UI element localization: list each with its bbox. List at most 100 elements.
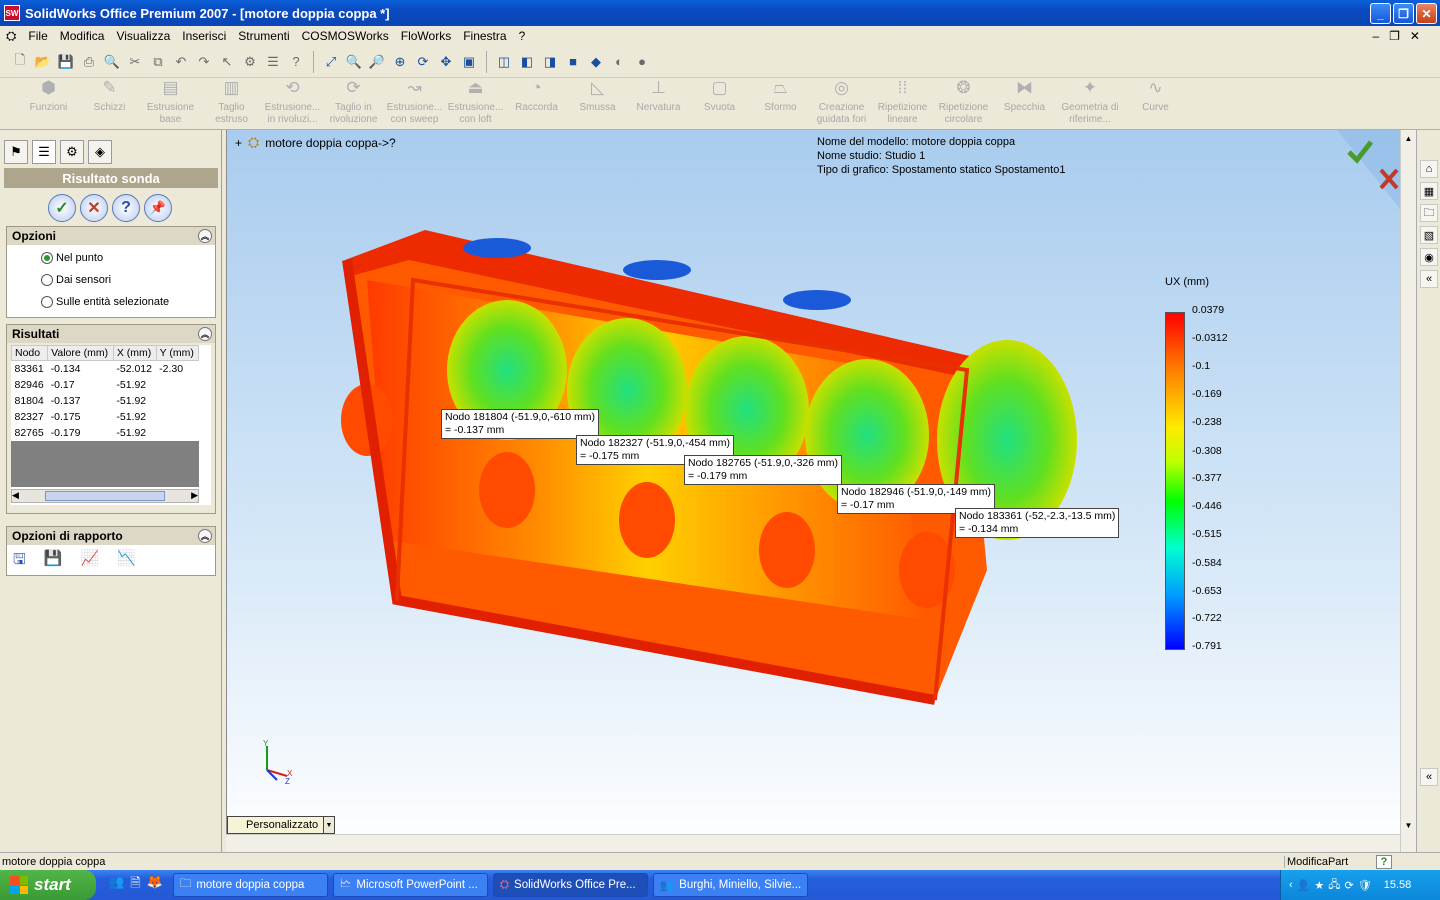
shaded-icon[interactable]: ◆ <box>586 52 606 72</box>
loft-button[interactable]: ⏏ Estrusione... con loft <box>445 78 506 130</box>
tray-sync-icon[interactable]: ⟳ <box>1345 879 1354 892</box>
scroll-right-icon[interactable]: ▶ <box>191 490 198 501</box>
probe-label[interactable]: Nodo 183361 (-52,-2.3,-13.5 mm) = -0.134… <box>955 508 1120 538</box>
table-row[interactable]: 82765 -0.179 -51.92 <box>12 425 199 441</box>
features-button[interactable]: ⬢ Funzioni <box>18 78 79 130</box>
cancel-button[interactable]: ✕ <box>80 194 108 222</box>
help-icon[interactable]: ? <box>286 52 306 72</box>
print-preview-icon[interactable]: 🔍 <box>102 52 122 72</box>
hidden-lines-removed-icon[interactable]: ◨ <box>540 52 560 72</box>
help-button[interactable]: ? <box>112 194 140 222</box>
viewport-vertical-scrollbar[interactable]: ▲ ▼ <box>1400 130 1416 852</box>
restore-button[interactable]: ❐ <box>1393 3 1414 24</box>
table-row[interactable]: 82946 -0.17 -51.92 <box>12 377 199 393</box>
shell-button[interactable]: ▢ Svuota <box>689 78 750 130</box>
draft-button[interactable]: ⏢ Sformo <box>750 78 811 130</box>
configuration-manager-tab[interactable]: ⚙ <box>60 140 84 164</box>
wireframe-icon[interactable]: ◫ <box>494 52 514 72</box>
view-mode-select[interactable]: Personalizzato <box>227 816 335 834</box>
fillet-button[interactable]: ◔ Raccorda <box>506 78 567 130</box>
collapse-icon[interactable]: ︽ <box>198 327 212 341</box>
standard-views-icon[interactable]: ▣ <box>459 52 479 72</box>
radio-selected-icon[interactable] <box>41 252 53 264</box>
radio-icon[interactable] <box>41 296 53 308</box>
mirror-button[interactable]: ⧓ Specchia <box>994 78 1055 130</box>
sketch-button[interactable]: ✎ Schizzi <box>79 78 140 130</box>
open-icon[interactable]: 📂 <box>33 52 53 72</box>
table-row[interactable]: 81804 -0.137 -51.92 <box>12 393 199 409</box>
plot-icon[interactable]: 📈 <box>80 549 99 574</box>
file-explorer-icon[interactable]: 🗀 <box>1420 204 1438 222</box>
feature-manager-tab[interactable]: ⚑ <box>4 140 28 164</box>
save-probe-icon[interactable]: 🖫 <box>13 549 26 574</box>
menu-cosmosworks[interactable]: COSMOSWorks <box>296 29 395 43</box>
menu-inserisci[interactable]: Inserisci <box>176 29 232 43</box>
menu-modifica[interactable]: Modifica <box>54 29 111 43</box>
option-dai-sensori[interactable]: Dai sensori <box>7 269 215 291</box>
realview-icon[interactable]: ● <box>632 52 652 72</box>
rebuild-icon[interactable]: ⚙ <box>240 52 260 72</box>
graphics-area[interactable]: + ⛭ motore doppia coppa->? Nome del mode… <box>226 130 1416 852</box>
document-icon[interactable]: ⛭ <box>0 28 22 44</box>
document-window-controls[interactable]: –❐✕ <box>1373 29 1431 43</box>
column-header[interactable]: Valore (mm) <box>47 345 114 361</box>
design-library-icon[interactable]: ▦ <box>1420 182 1438 200</box>
hidden-lines-visible-icon[interactable]: ◧ <box>517 52 537 72</box>
menu-help[interactable]: ? <box>513 29 532 43</box>
task-messenger[interactable]: 👥 Burghi, Miniello, Silvie... <box>652 873 808 897</box>
option-entita-selezionate[interactable]: Sulle entità selezionate <box>7 291 215 313</box>
option-nel-punto[interactable]: Nel punto <box>7 247 215 269</box>
scroll-up-icon[interactable]: ▲ <box>1401 134 1416 143</box>
solidworks-app-icon[interactable]: SW <box>4 5 20 21</box>
appearance-icon[interactable]: ◉ <box>1420 248 1438 266</box>
zoom-selection-icon[interactable]: ⊕ <box>390 52 410 72</box>
quick-launch-users-icon[interactable]: 👥 <box>108 874 124 896</box>
zoom-in-out-icon[interactable]: 🔎 <box>367 52 387 72</box>
task-powerpoint[interactable]: 🗠 Microsoft PowerPoint ... <box>332 873 488 897</box>
table-row[interactable]: 82327 -0.175 -51.92 <box>12 409 199 425</box>
menu-strumenti[interactable]: Strumenti <box>232 29 295 43</box>
menu-finestra[interactable]: Finestra <box>457 29 512 43</box>
view-palette-icon[interactable]: ▧ <box>1420 226 1438 244</box>
hole-wizard-button[interactable]: ◎ Creazione guidata fori <box>811 78 872 130</box>
save-icon[interactable]: 💾 <box>56 52 76 72</box>
sweep-button[interactable]: ↝ Estrusione... con sweep <box>384 78 445 130</box>
tray-star-icon[interactable]: ★ <box>1314 879 1324 892</box>
scroll-thumb[interactable] <box>45 490 165 501</box>
home-icon[interactable]: ⌂ <box>1420 160 1438 178</box>
menu-file[interactable]: File <box>22 29 53 43</box>
curves-button[interactable]: ∿ Curve <box>1125 78 1186 130</box>
undo-icon[interactable]: ↶ <box>171 52 191 72</box>
rotate-view-icon[interactable]: ⟳ <box>413 52 433 72</box>
pan-icon[interactable]: ✥ <box>436 52 456 72</box>
revolve-cut-button[interactable]: ⟳ Taglio in rivoluzione <box>323 78 384 130</box>
minimize-button[interactable]: _ <box>1370 3 1391 24</box>
expand-icon[interactable]: + <box>235 136 242 150</box>
report-options-header[interactable]: Opzioni di rapporto ︽ <box>7 527 215 545</box>
tray-expand-icon[interactable]: ‹ <box>1289 879 1293 891</box>
zoom-to-fit-icon[interactable]: ⤢ <box>321 52 341 72</box>
column-header[interactable]: X (mm) <box>112 345 157 361</box>
options-icon[interactable]: ☰ <box>263 52 283 72</box>
breadcrumb[interactable]: + ⛭ motore doppia coppa->? <box>235 134 396 151</box>
column-header[interactable]: Nodo <box>10 345 49 361</box>
scroll-down-icon[interactable]: ▼ <box>1401 821 1416 830</box>
table-row[interactable]: 83361 -0.134 -52.012 -2.30 <box>12 361 199 377</box>
task-folder[interactable]: 🗀 motore doppia coppa <box>172 873 328 897</box>
linear-pattern-button[interactable]: ⁞⁞ Ripetizione lineare <box>872 78 933 130</box>
collapse-left-bottom-icon[interactable]: « <box>1420 768 1438 786</box>
radio-icon[interactable] <box>41 274 53 286</box>
rib-button[interactable]: ⊥ Nervatura <box>628 78 689 130</box>
quick-launch-document-icon[interactable]: 🗎 <box>130 874 140 896</box>
scroll-left-icon[interactable]: ◀ <box>12 490 19 501</box>
ok-button[interactable]: ✓ <box>48 194 76 222</box>
select-icon[interactable]: ↖ <box>217 52 237 72</box>
property-manager-tab[interactable]: ☰ <box>32 140 56 164</box>
title-bar[interactable]: SW SolidWorks Office Premium 2007 - [mot… <box>0 0 1440 26</box>
column-header[interactable]: Y (mm) <box>155 345 200 361</box>
redo-icon[interactable]: ↷ <box>194 52 214 72</box>
cut-extrude-button[interactable]: ▥ Taglio estruso <box>201 78 262 130</box>
menu-floworks[interactable]: FloWorks <box>395 29 457 43</box>
options-header[interactable]: Opzioni ︽ <box>7 227 215 245</box>
extrude-button[interactable]: ▤ Estrusione base <box>140 78 201 130</box>
